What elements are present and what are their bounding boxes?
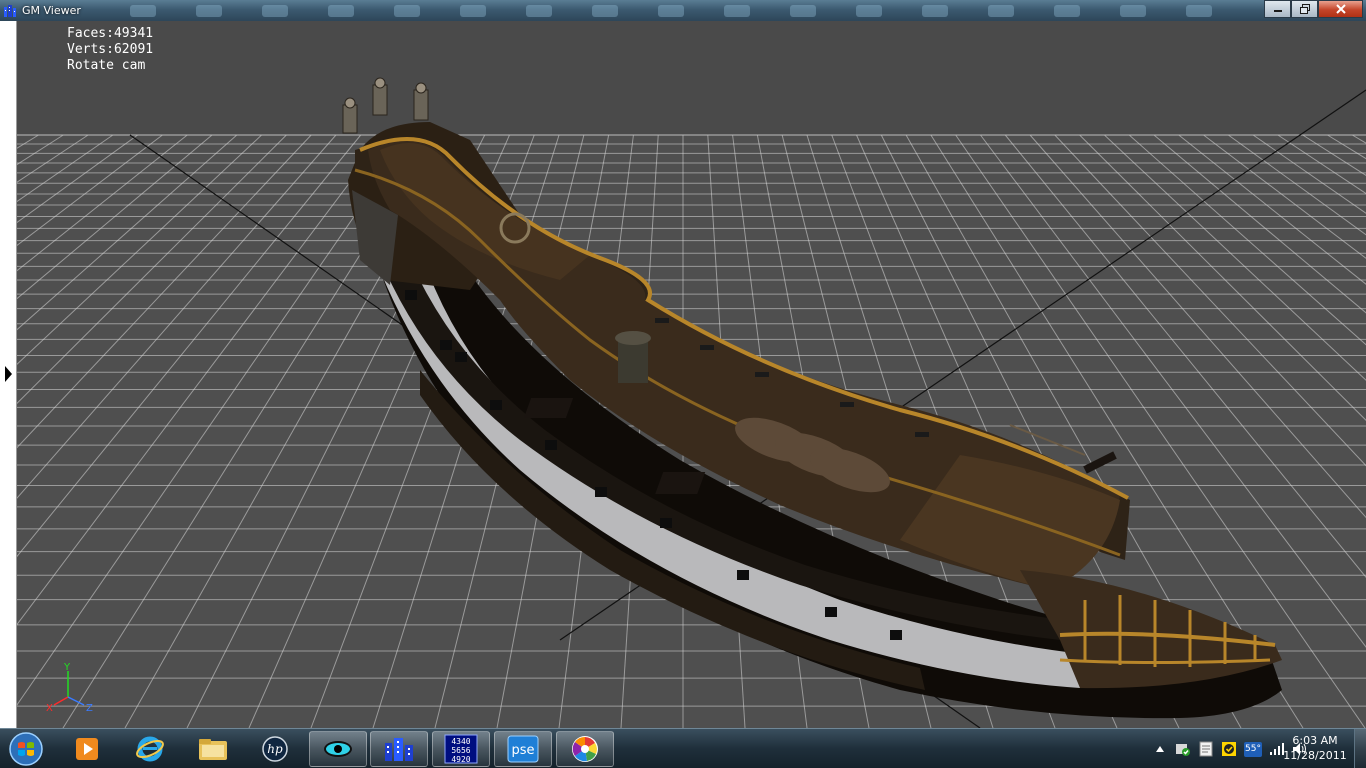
svg-text:hp: hp — [267, 742, 283, 756]
scene-canvas[interactable] — [0, 21, 1366, 728]
camera-mode: Rotate cam — [67, 58, 146, 73]
taskbar-picasa[interactable] — [556, 731, 614, 767]
media-player-icon — [76, 738, 98, 760]
internet-explorer-icon — [136, 736, 164, 762]
pse-icon: pse — [507, 735, 539, 763]
axis-gizmo: Y X Z — [46, 662, 93, 714]
svg-text:5656: 5656 — [451, 746, 470, 755]
taskbar: hp 4340 5656 4920 pse 55° 6:03 AM 11/28/… — [0, 728, 1366, 768]
start-button[interactable] — [4, 730, 48, 768]
axis-x-label: X — [46, 703, 53, 714]
norton-icon[interactable] — [1221, 741, 1237, 757]
minimize-button[interactable] — [1264, 0, 1291, 18]
security-check-icon[interactable] — [1175, 741, 1191, 757]
taskbar-number-grid[interactable]: 4340 5656 4920 — [432, 731, 490, 767]
title-bar[interactable]: GM Viewer — [0, 0, 1366, 21]
clock-time: 6:03 AM — [1292, 734, 1338, 747]
window-controls — [1264, 0, 1363, 18]
window-title: GM Viewer — [22, 4, 81, 17]
hp-icon: hp — [262, 736, 288, 762]
axis-y-label: Y — [63, 662, 71, 673]
taskbar-file-explorer[interactable] — [184, 731, 242, 767]
taskbar-gm-viewer[interactable] — [370, 731, 428, 767]
maximize-button[interactable] — [1291, 0, 1318, 18]
svg-text:pse: pse — [511, 743, 534, 758]
weather-temperature[interactable]: 55° — [1244, 741, 1262, 757]
verts-count: Verts:62091 — [67, 42, 154, 57]
svg-text:4920: 4920 — [451, 755, 470, 764]
taskbar-internet-explorer[interactable] — [121, 731, 179, 767]
glass-reflection — [130, 2, 1250, 19]
eye-app-icon — [324, 741, 352, 757]
show-desktop-button[interactable] — [1354, 729, 1366, 768]
clock-date: 11/28/2011 — [1283, 749, 1347, 762]
building-grid-icon[interactable] — [3, 4, 17, 18]
file-explorer-icon — [199, 739, 227, 760]
3d-viewport[interactable]: Faces:49341 Verts:62091 Rotate cam Y X Z — [0, 21, 1366, 728]
taskbar-hp[interactable]: hp — [246, 731, 304, 767]
gm-viewer-icon — [385, 738, 413, 761]
svg-text:4340: 4340 — [451, 737, 470, 746]
taskbar-media-player[interactable] — [58, 731, 116, 767]
taskbar-eye-app[interactable] — [309, 731, 367, 767]
number-grid-icon: 4340 5656 4920 — [444, 734, 478, 764]
axis-z-label: Z — [86, 703, 93, 714]
close-button[interactable] — [1318, 0, 1363, 18]
show-hidden-icons-icon[interactable] — [1152, 741, 1168, 757]
render-stats: Faces:49341 Verts:62091 Rotate cam — [67, 26, 153, 74]
windows-logo-icon — [9, 732, 43, 766]
taskbar-pse[interactable]: pse — [494, 731, 552, 767]
faces-count: Faces:49341 — [67, 26, 154, 41]
expand-panel-arrow-icon[interactable] — [5, 366, 12, 382]
clock[interactable]: 6:03 AM 11/28/2011 — [1280, 733, 1350, 764]
notepad-icon[interactable] — [1198, 741, 1214, 757]
picasa-icon — [572, 736, 598, 762]
